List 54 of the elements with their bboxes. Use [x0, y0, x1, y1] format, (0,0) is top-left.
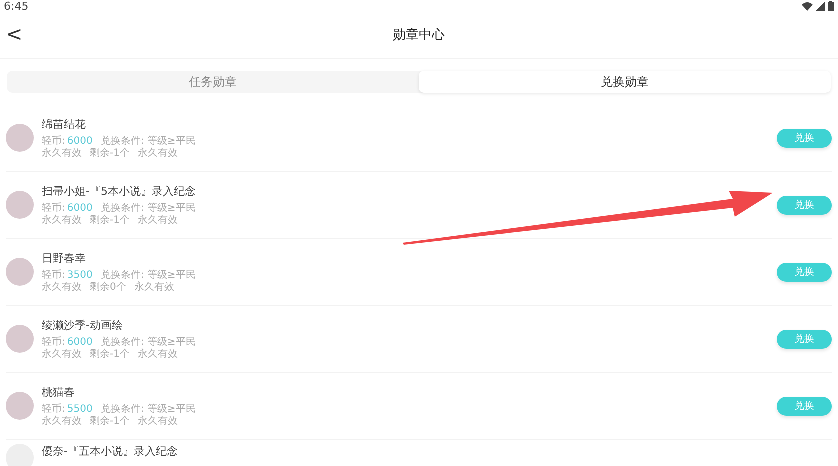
coin-label: 轻币:: [42, 404, 66, 415]
exchange-condition: 兑换条件: 等级≥平民: [100, 337, 196, 348]
remaining-count: 剩余-1个: [90, 215, 130, 226]
exchange-condition: 兑换条件: 等级≥平民: [100, 270, 196, 281]
coin-price: 3500: [67, 270, 93, 281]
badge-avatar: [6, 392, 34, 420]
coin-price: 5500: [67, 404, 93, 415]
coin-label: 轻币:: [42, 203, 66, 214]
coin-label: 轻币:: [42, 136, 66, 147]
duration-text: 永久有效: [138, 349, 178, 360]
back-button[interactable]: <: [2, 22, 27, 46]
battery-icon: [828, 1, 834, 11]
validity-text: 永久有效: [42, 215, 82, 226]
wifi-icon: [802, 2, 813, 10]
exchange-button[interactable]: 兑换: [777, 196, 832, 214]
badge-name: 優奈-『五本小说』录入纪念: [42, 444, 179, 459]
duration-text: 永久有效: [138, 215, 178, 226]
exchange-button[interactable]: 兑换: [777, 396, 832, 416]
remaining-count: 剩余0个: [90, 282, 126, 293]
badge-avatar: [6, 191, 34, 219]
signal-icon: [816, 2, 825, 10]
coin-price: 6000: [67, 203, 93, 214]
exchange-condition: 兑换条件: 等级≥平民: [100, 203, 196, 214]
exchange-condition: 兑换条件: 等级≥平民: [100, 404, 196, 415]
tab[interactable]: 任务勋章: [7, 71, 419, 93]
validity-text: 永久有效: [42, 148, 82, 159]
page-title: 勋章中心: [393, 27, 445, 44]
remaining-count: 剩余-1个: [90, 416, 130, 427]
validity-text: 永久有效: [42, 282, 82, 293]
exchange-button[interactable]: 兑换: [777, 330, 832, 348]
coin-label: 轻币:: [42, 337, 66, 348]
exchange-button[interactable]: 兑换: [777, 262, 832, 282]
validity-text: 永久有效: [42, 349, 82, 360]
exchange-condition: 兑换条件: 等级≥平民: [100, 136, 196, 147]
badge-name: 桃猫春: [42, 385, 76, 400]
badge-avatar: [6, 124, 34, 152]
status-time: 6:45: [4, 0, 29, 12]
duration-text: 永久有效: [138, 148, 178, 159]
badge-name: 日野春幸: [42, 251, 87, 266]
tab[interactable]: 兑换勋章: [419, 71, 831, 93]
duration-text: 永久有效: [138, 416, 178, 427]
badge-name: 扫帚小姐-『5本小说』录入纪念: [42, 184, 197, 199]
coin-price: 6000: [67, 136, 93, 147]
remaining-count: 剩余-1个: [90, 349, 130, 360]
badge-avatar: [6, 325, 34, 353]
exchange-button[interactable]: 兑换: [777, 128, 832, 148]
badge-name: 绵苗结花: [42, 117, 87, 132]
coin-label: 轻币:: [42, 270, 66, 281]
duration-text: 永久有效: [134, 282, 174, 293]
badge-name: 绫濑沙季-动画绘: [42, 318, 124, 333]
remaining-count: 剩余-1个: [90, 148, 130, 159]
validity-text: 永久有效: [42, 416, 82, 427]
badge-avatar: [6, 258, 34, 286]
coin-price: 6000: [67, 337, 93, 348]
